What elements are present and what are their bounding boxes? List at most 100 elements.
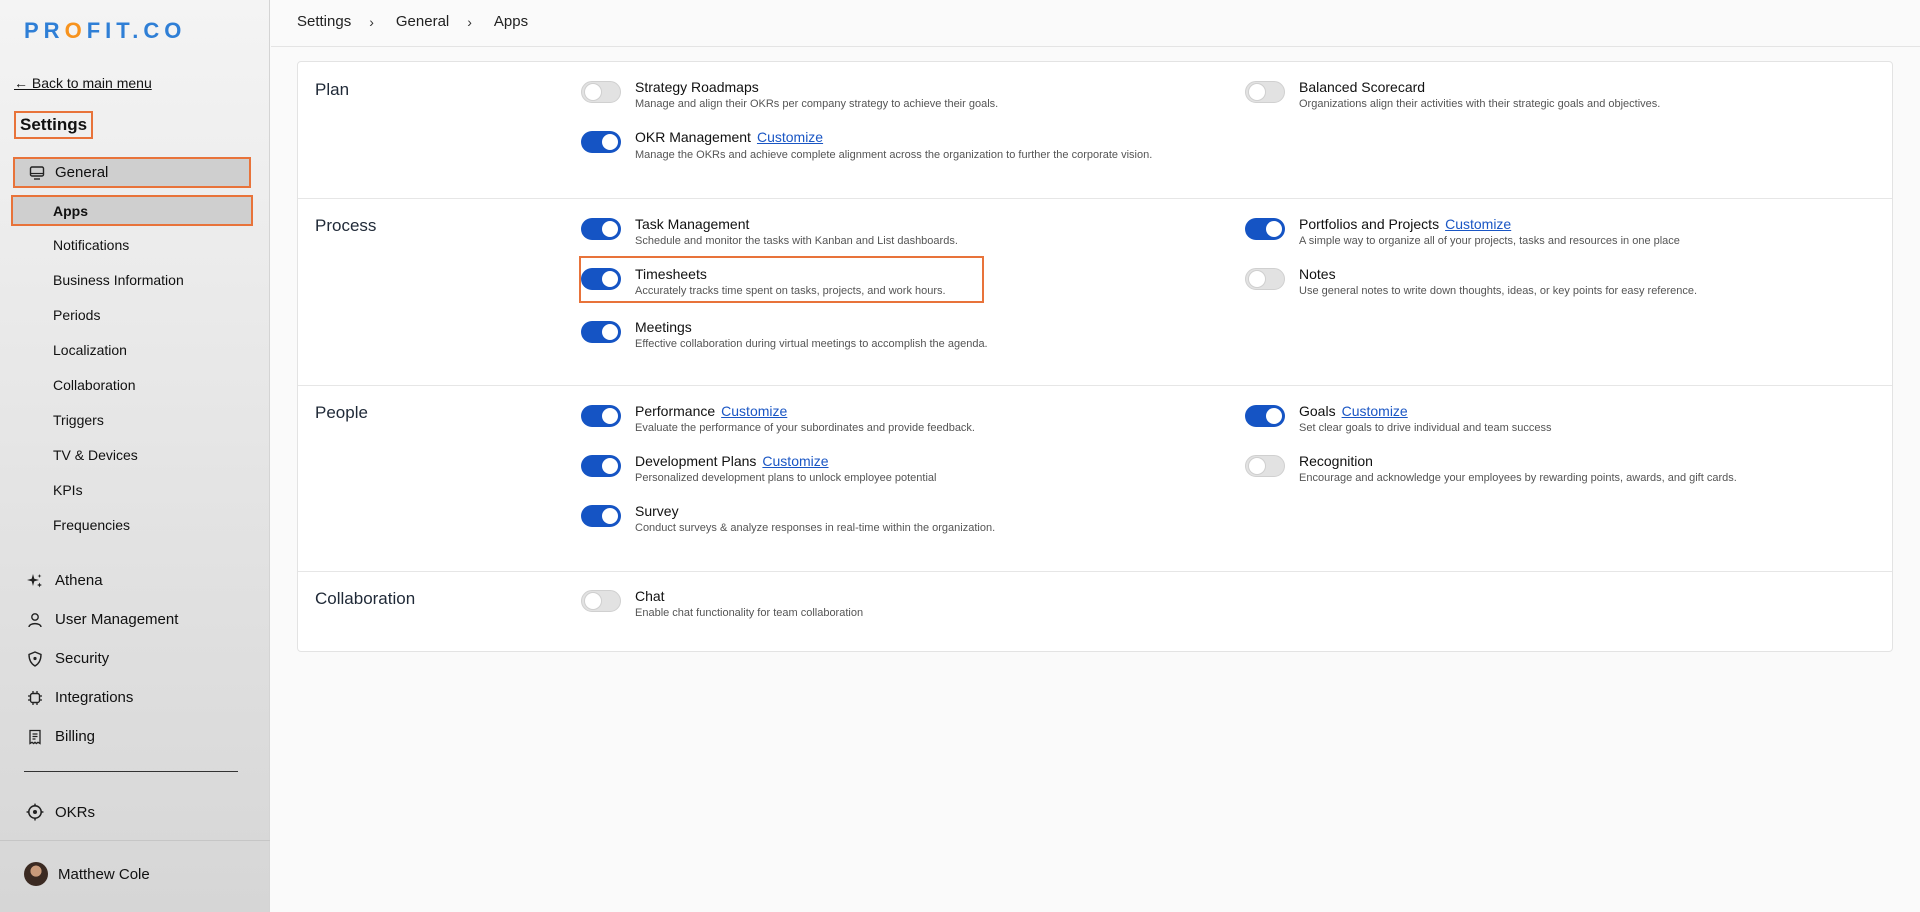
chip-icon [26, 689, 44, 707]
profit-co-logo[interactable]: PROFIT.CO [24, 18, 186, 44]
okr-management-toggle[interactable] [581, 131, 621, 153]
breadcrumb: Settings › General › Apps [297, 13, 528, 30]
meetings-toggle[interactable] [581, 321, 621, 343]
goals-customize-link[interactable]: Customize [1342, 403, 1408, 419]
header: Settings › General › Apps [271, 0, 1920, 47]
sidebar-item-user-management-label: User Management [55, 611, 179, 628]
sidebar-item-business-information[interactable]: Business Information [53, 270, 253, 305]
app-name: Performance Customize [635, 403, 787, 419]
performance-customize-link[interactable]: Customize [721, 403, 787, 419]
sparkle-icon [26, 572, 44, 590]
sidebar-item-collaboration[interactable]: Collaboration [53, 375, 253, 410]
sidebar-item-apps[interactable]: Apps [11, 195, 253, 226]
app-name: Balanced Scorecard [1299, 79, 1426, 95]
app-description: Encourage and acknowledge your employees… [1299, 472, 1737, 484]
monitor-icon [29, 165, 45, 180]
app-description: Enable chat functionality for team colla… [635, 607, 864, 619]
development-plans-toggle[interactable] [581, 455, 621, 477]
sidebar-item-okrs[interactable]: OKRs [26, 803, 95, 821]
app-description: Manage and align their OKRs per company … [635, 98, 999, 110]
app-name: Portfolios and Projects Customize [1299, 216, 1511, 232]
app-name: Development Plans Customize [635, 453, 829, 469]
recognition-toggle[interactable] [1245, 455, 1285, 477]
app-name: Recognition [1299, 453, 1373, 469]
app-name-text: Goals [1299, 403, 1336, 419]
section-title-people: People [315, 403, 368, 422]
sidebar-item-security-label: Security [55, 650, 110, 667]
sidebar-item-athena-label: Athena [55, 572, 103, 589]
app-name: Strategy Roadmaps [635, 79, 759, 95]
app-name: Task Management [635, 216, 750, 232]
strategy-roadmaps-toggle[interactable] [581, 81, 621, 103]
people-section: People Performance Customize Evaluate the… [298, 386, 1892, 572]
app-description: Evaluate the performance of your subordi… [635, 422, 975, 434]
app-description: Manage the OKRs and achieve complete ali… [635, 149, 1153, 161]
portfolios-and-projects-toggle[interactable] [1245, 218, 1285, 240]
sidebar-item-general[interactable]: General [13, 157, 251, 188]
general-subnav: Notifications Business Information Perio… [53, 235, 253, 550]
app-name-text: Portfolios and Projects [1299, 216, 1440, 232]
sidebar-item-triggers[interactable]: Triggers [53, 410, 253, 445]
section-title-plan: Plan [315, 80, 350, 99]
sidebar-item-user-management[interactable]: User Management [26, 600, 256, 639]
timesheets-highlight [579, 256, 984, 303]
sidebar: PROFIT.CO ← Back to main menu Settings G… [0, 0, 270, 912]
app-description: Personalized development plans to unlock… [635, 472, 937, 484]
balanced-scorecard-toggle[interactable] [1245, 81, 1285, 103]
user-divider [0, 840, 270, 841]
app-name-text: Development Plans [635, 453, 757, 469]
app-name: Chat [635, 588, 665, 604]
settings-main-nav: Athena User Management Security Integrat… [26, 561, 256, 756]
sidebar-item-integrations[interactable]: Integrations [26, 678, 256, 717]
user-profile[interactable]: Matthew Cole [24, 862, 150, 886]
sidebar-item-billing[interactable]: Billing [26, 717, 256, 756]
back-to-main-menu-link[interactable]: ← Back to main menu [14, 75, 152, 91]
development-plans-customize-link[interactable]: Customize [762, 453, 828, 469]
collaboration-section: Collaboration Chat Enable chat functiona… [298, 572, 1892, 652]
okr-management-customize-link[interactable]: Customize [757, 129, 823, 145]
section-title-collaboration: Collaboration [315, 589, 416, 608]
breadcrumb-settings[interactable]: Settings [297, 13, 351, 30]
avatar [24, 862, 48, 886]
sidebar-item-frequencies[interactable]: Frequencies [53, 515, 253, 550]
sidebar-item-billing-label: Billing [55, 728, 96, 745]
app-name: Meetings [635, 319, 692, 335]
task-management-toggle[interactable] [581, 218, 621, 240]
app-name-text: OKR Management [635, 129, 751, 145]
sidebar-item-notifications[interactable]: Notifications [53, 235, 253, 270]
goals-toggle[interactable] [1245, 405, 1285, 427]
sidebar-item-athena[interactable]: Athena [26, 561, 256, 600]
app-name-text: Performance [635, 403, 716, 419]
performance-toggle[interactable] [581, 405, 621, 427]
app-description: Effective collaboration during virtual m… [635, 338, 988, 350]
notes-toggle[interactable] [1245, 268, 1285, 290]
target-icon [26, 803, 44, 821]
chat-toggle[interactable] [581, 590, 621, 612]
sidebar-item-security[interactable]: Security [26, 639, 256, 678]
app-name: Goals Customize [1299, 403, 1408, 419]
survey-toggle[interactable] [581, 505, 621, 527]
apps-card: Plan Strategy Roadmaps Manage and align … [297, 61, 1893, 652]
sidebar-item-tv-devices[interactable]: TV & Devices [53, 445, 253, 480]
sidebar-divider [24, 771, 238, 772]
app-description: Use general notes to write down thoughts… [1299, 285, 1698, 297]
user-icon [26, 611, 44, 629]
app-name: Notes [1299, 266, 1336, 282]
sidebar-item-periods[interactable]: Periods [53, 305, 253, 340]
sidebar-item-localization[interactable]: Localization [53, 340, 253, 375]
portfolios-customize-link[interactable]: Customize [1445, 216, 1511, 232]
settings-title: Settings [14, 111, 94, 139]
app-description: Set clear goals to drive individual and … [1299, 422, 1552, 434]
plan-section: Plan Strategy Roadmaps Manage and align … [298, 62, 1892, 199]
sidebar-item-okrs-label: OKRs [55, 803, 96, 821]
chevron-right-icon: › [369, 13, 374, 30]
sidebar-item-integrations-label: Integrations [55, 689, 134, 706]
receipt-icon [26, 728, 44, 746]
breadcrumb-apps: Apps [493, 13, 529, 30]
shield-icon [26, 650, 44, 668]
sidebar-item-kpis[interactable]: KPIs [53, 480, 253, 515]
sidebar-item-apps-label: Apps [53, 202, 88, 219]
chevron-right-icon: › [467, 13, 472, 30]
breadcrumb-general[interactable]: General [396, 13, 449, 30]
app-description: Schedule and monitor the tasks with Kanb… [635, 235, 958, 247]
